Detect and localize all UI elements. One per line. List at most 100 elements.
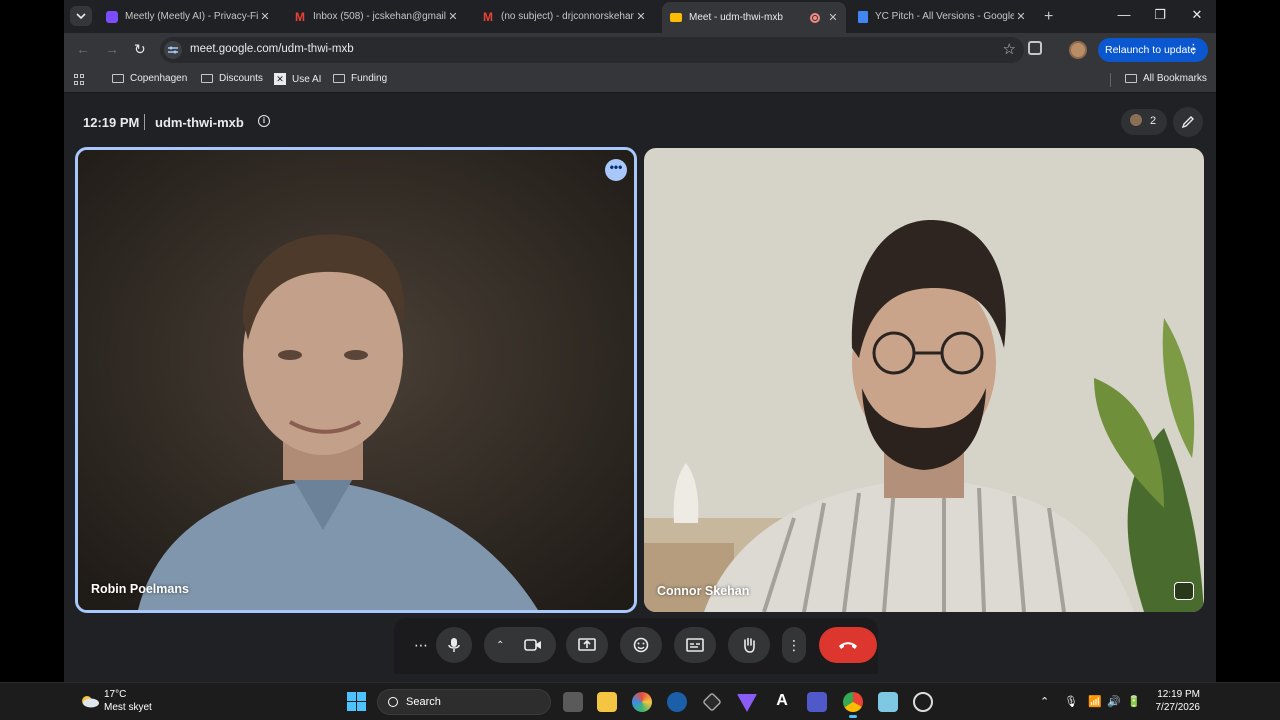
- microphone-icon: [448, 638, 460, 652]
- bookmark-discounts[interactable]: Discounts: [201, 73, 263, 84]
- bookmark-label: Copenhagen: [130, 73, 188, 84]
- reactions-button[interactable]: [620, 627, 662, 663]
- close-icon[interactable]: ✕: [258, 10, 272, 23]
- video-tile-connor[interactable]: Connor Skehan: [644, 148, 1204, 612]
- docs-icon: [858, 10, 868, 23]
- restore-button[interactable]: ❐: [1150, 7, 1170, 23]
- reload-button[interactable]: ↻: [134, 41, 146, 58]
- battery-icon[interactable]: 🔋: [1127, 695, 1141, 708]
- wifi-icon[interactable]: 📶: [1088, 695, 1102, 708]
- all-bookmarks[interactable]: All Bookmarks: [1125, 73, 1207, 84]
- task-view-icon[interactable]: [563, 692, 583, 712]
- back-button[interactable]: ←: [76, 41, 90, 57]
- search-label: Search: [406, 696, 441, 708]
- steam-icon[interactable]: [667, 692, 687, 712]
- bookmark-copenhagen[interactable]: Copenhagen: [112, 73, 187, 84]
- start-button[interactable]: [347, 692, 366, 711]
- microphone-tray-icon[interactable]: 🎙: [1064, 695, 1078, 708]
- bookmark-funding[interactable]: Funding: [333, 73, 387, 84]
- tab-search-button[interactable]: [70, 6, 92, 26]
- tab-title: (no subject) - drjconnorskehan: [501, 11, 634, 22]
- chevron-up-icon[interactable]: ⌃: [496, 640, 504, 651]
- present-screen-button[interactable]: [566, 627, 608, 663]
- notepad-icon[interactable]: [878, 692, 898, 712]
- picture-in-picture-icon[interactable]: [1174, 582, 1194, 600]
- taskbar-search[interactable]: Search: [377, 689, 551, 715]
- extensions-icon[interactable]: [1028, 41, 1042, 55]
- divider: [144, 114, 145, 130]
- new-tab-button[interactable]: +: [1044, 8, 1053, 26]
- camera-icon: [524, 639, 541, 651]
- search-icon: [388, 697, 398, 707]
- raise-hand-button[interactable]: [728, 627, 770, 663]
- volume-icon[interactable]: 🔊: [1107, 695, 1121, 708]
- tab-meet[interactable]: Meet - udm-thwi-mxb ✕: [662, 2, 846, 33]
- hand-icon: [744, 637, 755, 653]
- relaunch-button[interactable]: Relaunch to update ⋮: [1098, 38, 1208, 62]
- teams-icon[interactable]: [807, 692, 827, 712]
- taskbar-time[interactable]: 12:19 PM: [1156, 689, 1200, 700]
- minimize-button[interactable]: —: [1114, 7, 1134, 22]
- forward-button[interactable]: →: [105, 41, 119, 57]
- desktop: Meetly (Meetly AI) - Privacy-Fir ✕ M Inb…: [0, 0, 1280, 720]
- participant-name: Connor Skehan: [657, 584, 750, 598]
- temperature[interactable]: 17°C: [104, 689, 126, 700]
- relaunch-label: Relaunch to update: [1105, 44, 1197, 56]
- tab-gmail-inbox[interactable]: M Inbox (508) - jcskehan@gmail.c ✕: [286, 4, 466, 29]
- more-options-button[interactable]: ⋮: [782, 627, 806, 663]
- gmail-icon: M: [483, 9, 493, 24]
- video-tile-robin[interactable]: Robin Poelmans •••: [75, 147, 637, 613]
- chatgpt-icon[interactable]: [913, 692, 933, 712]
- info-icon[interactable]: i: [258, 115, 270, 127]
- chevron-up-icon[interactable]: ⌃: [1040, 695, 1049, 708]
- microphone-button[interactable]: [436, 627, 472, 663]
- leave-call-button[interactable]: [819, 627, 877, 663]
- paint-app-icon[interactable]: [632, 692, 652, 712]
- bookmark-use-ai[interactable]: ✕ Use AI: [274, 73, 321, 85]
- address-bar[interactable]: meet.google.com/udm-thwi-mxb ☆: [160, 37, 1024, 63]
- folder-icon: [201, 74, 213, 83]
- bookmark-star-icon[interactable]: ☆: [1003, 40, 1016, 58]
- close-icon[interactable]: ✕: [446, 10, 460, 23]
- more-options-icon[interactable]: •••: [605, 159, 627, 181]
- chevron-down-icon: [76, 13, 86, 19]
- bookmark-label: Discounts: [219, 73, 263, 84]
- menu-dots-icon[interactable]: ⋮: [1187, 41, 1200, 57]
- tab-gmail-draft[interactable]: M (no subject) - drjconnorskehan ✕: [474, 4, 654, 29]
- apps-grid-icon[interactable]: [74, 74, 85, 85]
- cloud-weather-icon[interactable]: [80, 694, 100, 708]
- pencil-icon: [1181, 116, 1194, 129]
- chrome-window: Meetly (Meetly AI) - Privacy-Fir ✕ M Inb…: [64, 0, 1216, 682]
- close-icon[interactable]: ✕: [634, 10, 648, 23]
- close-icon[interactable]: ✕: [1014, 10, 1028, 23]
- x-logo-icon: ✕: [274, 73, 286, 85]
- tab-meetly[interactable]: Meetly (Meetly AI) - Privacy-Fir ✕: [98, 4, 278, 29]
- close-icon[interactable]: ✕: [826, 11, 840, 24]
- meeting-controls: ⋯ ⌃ ⌃: [394, 618, 878, 674]
- all-bookmarks-label: All Bookmarks: [1143, 73, 1207, 84]
- font-app-icon[interactable]: A: [772, 692, 792, 712]
- inkscape-icon[interactable]: [702, 692, 722, 712]
- more-audio-options-button[interactable]: ⋯: [404, 627, 438, 663]
- meeting-time: 12:19 PM: [83, 115, 140, 130]
- profile-avatar[interactable]: [1069, 41, 1087, 59]
- whiteboard-button[interactable]: [1173, 107, 1203, 137]
- recording-icon: [810, 12, 820, 23]
- weather-condition[interactable]: Mest skyet: [104, 702, 152, 713]
- close-window-button[interactable]: ✕: [1187, 7, 1207, 23]
- tab-title: YC Pitch - All Versions - Google: [875, 11, 1014, 22]
- meet-icon: [670, 13, 682, 22]
- divider: [1110, 73, 1111, 87]
- taskbar-date[interactable]: 7/27/2026: [1150, 702, 1201, 713]
- chrome-icon[interactable]: [843, 692, 863, 718]
- url-text[interactable]: meet.google.com/udm-thwi-mxb: [190, 43, 354, 55]
- tab-title: Meet - udm-thwi-mxb: [689, 12, 783, 23]
- vpn-icon[interactable]: [737, 694, 757, 712]
- site-info-icon[interactable]: [164, 41, 182, 59]
- participants-button[interactable]: 2: [1121, 109, 1167, 135]
- file-explorer-icon[interactable]: [597, 692, 617, 712]
- folder-icon: [112, 74, 124, 83]
- captions-button[interactable]: [674, 627, 716, 663]
- camera-button[interactable]: ⌃: [484, 627, 556, 663]
- tab-docs[interactable]: YC Pitch - All Versions - Google ✕: [850, 4, 1034, 29]
